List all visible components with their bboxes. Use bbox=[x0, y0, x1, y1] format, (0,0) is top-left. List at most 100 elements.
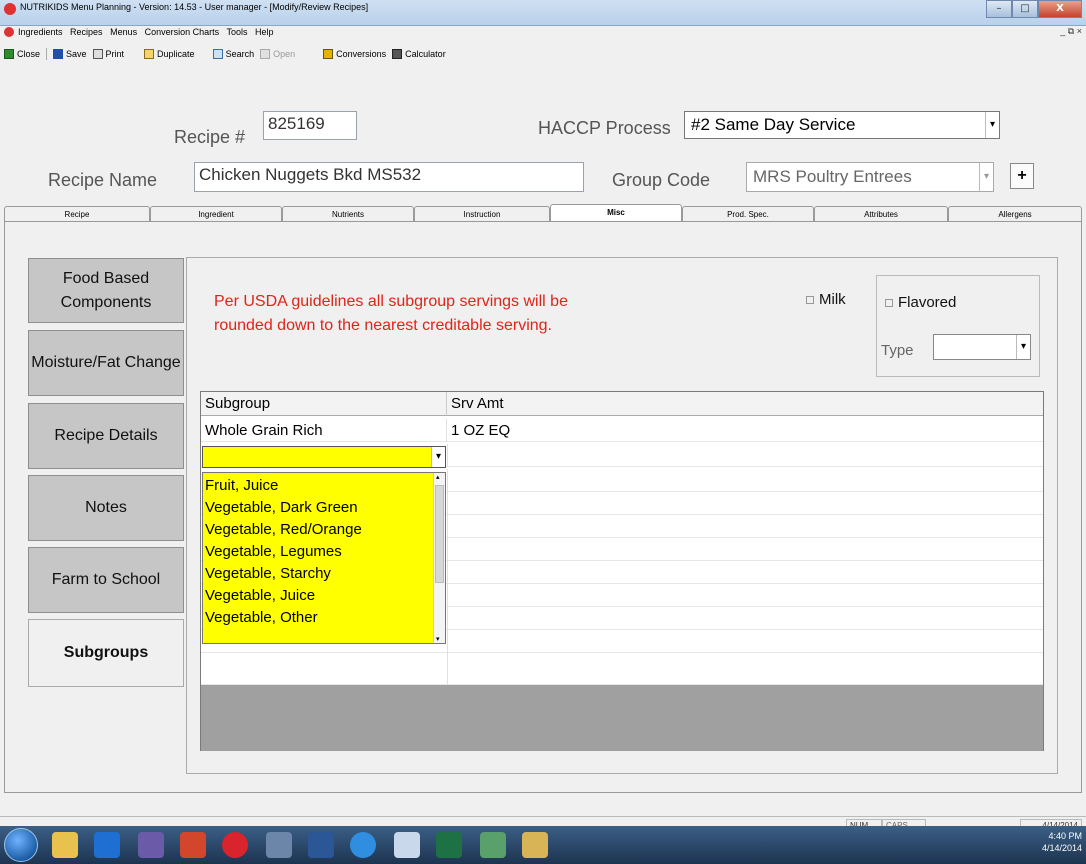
chevron-down-icon: ▾ bbox=[979, 163, 993, 191]
close-label: Close bbox=[17, 49, 41, 59]
sidebar-item-moisture-fat-change[interactable]: Moisture/Fat Change bbox=[28, 330, 184, 396]
print-label: Print bbox=[105, 49, 125, 59]
scroll-down-icon[interactable]: ▾ bbox=[436, 635, 440, 643]
duplicate-label: Duplicate bbox=[157, 49, 195, 59]
usda-notice-line2: rounded down to the nearest creditable s… bbox=[214, 317, 552, 334]
column-header-srv-amt[interactable]: Srv Amt bbox=[447, 392, 1043, 416]
list-item[interactable]: Fruit, Juice bbox=[203, 475, 435, 497]
calculator-app-icon[interactable] bbox=[394, 832, 420, 858]
users-icon[interactable] bbox=[480, 832, 506, 858]
nutrikids-icon[interactable] bbox=[222, 832, 248, 858]
print-button[interactable]: Print bbox=[92, 49, 125, 59]
scrollbar-thumb[interactable] bbox=[435, 485, 444, 583]
list-item[interactable]: Vegetable, Legumes bbox=[203, 541, 435, 563]
recipe-name-label: Recipe Name bbox=[48, 170, 158, 190]
cell-srv-amt[interactable]: 1 OZ EQ bbox=[447, 419, 1043, 442]
taskbar: 4:40 PM 4/14/2014 bbox=[0, 826, 1086, 864]
recipe-number-label: Recipe # bbox=[174, 127, 246, 147]
open-button[interactable]: Open bbox=[260, 49, 295, 59]
column-header-subgroup[interactable]: Subgroup bbox=[201, 392, 447, 416]
menu-menus[interactable]: Menus bbox=[110, 27, 137, 37]
save-button[interactable]: Save bbox=[53, 49, 87, 59]
search-label: Search bbox=[225, 49, 255, 59]
sidebar-item-subgroups[interactable]: Subgroups bbox=[28, 619, 184, 687]
list-item[interactable]: Vegetable, Juice bbox=[203, 585, 435, 607]
chevron-down-icon[interactable]: ▾ bbox=[431, 447, 445, 467]
internet-explorer-icon[interactable] bbox=[350, 832, 376, 858]
tab-instruction[interactable]: Instruction bbox=[414, 206, 550, 222]
mdi-window-controls[interactable]: _ ⧉ × bbox=[1060, 26, 1082, 37]
close-doc-icon bbox=[4, 49, 14, 59]
minimize-button[interactable]: – bbox=[986, 0, 1012, 18]
chevron-down-icon: ▾ bbox=[985, 112, 999, 138]
tab-misc[interactable]: Misc bbox=[550, 204, 682, 222]
duplicate-icon bbox=[144, 49, 155, 59]
file-explorer-icon[interactable] bbox=[52, 832, 78, 858]
list-item[interactable]: Vegetable, Dark Green bbox=[203, 497, 435, 519]
close-window-button[interactable]: X bbox=[1038, 0, 1082, 18]
checkbox-icon bbox=[885, 299, 893, 308]
sidebar-item-food-based-components[interactable]: Food Based Components bbox=[28, 258, 184, 323]
calculator-icon bbox=[392, 49, 403, 59]
checkbox-icon bbox=[806, 296, 814, 305]
system-tray: 4:40 PM 4/14/2014 bbox=[1042, 830, 1082, 854]
word-icon[interactable] bbox=[308, 832, 334, 858]
flavored-checkbox[interactable]: Flavored bbox=[885, 294, 956, 311]
search-button[interactable]: Search bbox=[212, 49, 255, 59]
maximize-button[interactable]: □ bbox=[1012, 0, 1038, 18]
tab-nutrients[interactable]: Nutrients bbox=[282, 206, 414, 222]
type-label: Type bbox=[881, 342, 914, 359]
recipe-number-input[interactable]: 825169 bbox=[263, 111, 357, 140]
flavored-label: Flavored bbox=[898, 294, 957, 311]
toolbar: Close Save Print Duplicate Search Open C… bbox=[0, 46, 1086, 62]
menu-ingredients[interactable]: Ingredients bbox=[18, 27, 63, 37]
excel-icon[interactable] bbox=[436, 832, 462, 858]
tab-attributes[interactable]: Attributes bbox=[814, 206, 948, 222]
tab-ingredient[interactable]: Ingredient bbox=[150, 206, 282, 222]
sidebar-item-recipe-details[interactable]: Recipe Details bbox=[28, 403, 184, 469]
conversions-button[interactable]: Conversions bbox=[323, 49, 386, 59]
toolbar-separator bbox=[46, 48, 48, 60]
start-button[interactable] bbox=[4, 828, 38, 862]
group-code-select[interactable]: MRS Poultry Entrees ▾ bbox=[746, 162, 994, 192]
menu-bar: Ingredients Recipes Menus Conversion Cha… bbox=[0, 26, 1086, 40]
menu-help[interactable]: Help bbox=[255, 27, 274, 37]
scroll-up-icon[interactable]: ▴ bbox=[436, 473, 440, 481]
tab-recipe[interactable]: Recipe bbox=[4, 206, 150, 222]
milk-checkbox[interactable]: Milk bbox=[806, 291, 846, 308]
pinned-app-icon[interactable] bbox=[138, 832, 164, 858]
list-item[interactable]: Vegetable, Starchy bbox=[203, 563, 435, 585]
cell-subgroup[interactable]: Whole Grain Rich bbox=[201, 419, 447, 442]
milk-label: Milk bbox=[819, 291, 846, 308]
type-select[interactable]: ▾ bbox=[933, 334, 1031, 360]
menu-tools[interactable]: Tools bbox=[226, 27, 247, 37]
calculator-button[interactable]: Calculator bbox=[392, 49, 446, 59]
table-row[interactable]: Whole Grain Rich 1 OZ EQ bbox=[201, 419, 1043, 442]
media-player-icon[interactable] bbox=[94, 832, 120, 858]
settings-app-icon[interactable] bbox=[522, 832, 548, 858]
menu-recipes[interactable]: Recipes bbox=[70, 27, 103, 37]
dropdown-scrollbar[interactable]: ▴ ▾ bbox=[433, 473, 445, 643]
conversions-icon bbox=[323, 49, 334, 59]
app-icon bbox=[4, 3, 16, 15]
powerpoint-icon[interactable] bbox=[180, 832, 206, 858]
list-item[interactable]: Vegetable, Other bbox=[203, 607, 435, 629]
menu-conversion-charts[interactable]: Conversion Charts bbox=[145, 27, 220, 37]
tray-time[interactable]: 4:40 PM bbox=[1042, 830, 1082, 842]
tab-prod-spec[interactable]: Prod. Spec. bbox=[682, 206, 814, 222]
recipe-name-input[interactable]: Chicken Nuggets Bkd MS532 bbox=[194, 162, 584, 192]
sidebar-item-farm-to-school[interactable]: Farm to School bbox=[28, 547, 184, 613]
grid-footer bbox=[201, 685, 1043, 751]
tab-allergens[interactable]: Allergens bbox=[948, 206, 1082, 222]
subgroup-combo[interactable]: ▾ bbox=[202, 446, 446, 468]
list-item[interactable]: Vegetable, Red/Orange bbox=[203, 519, 435, 541]
add-group-code-button[interactable]: + bbox=[1010, 163, 1034, 189]
remote-desktop-icon[interactable] bbox=[266, 832, 292, 858]
duplicate-button[interactable]: Duplicate bbox=[144, 49, 195, 59]
tray-date[interactable]: 4/14/2014 bbox=[1042, 842, 1082, 854]
haccp-process-select[interactable]: #2 Same Day Service ▾ bbox=[684, 111, 1000, 139]
close-button[interactable]: Close bbox=[4, 49, 40, 59]
sidebar-item-notes[interactable]: Notes bbox=[28, 475, 184, 541]
print-icon bbox=[92, 49, 103, 59]
group-code-label: Group Code bbox=[612, 170, 711, 190]
